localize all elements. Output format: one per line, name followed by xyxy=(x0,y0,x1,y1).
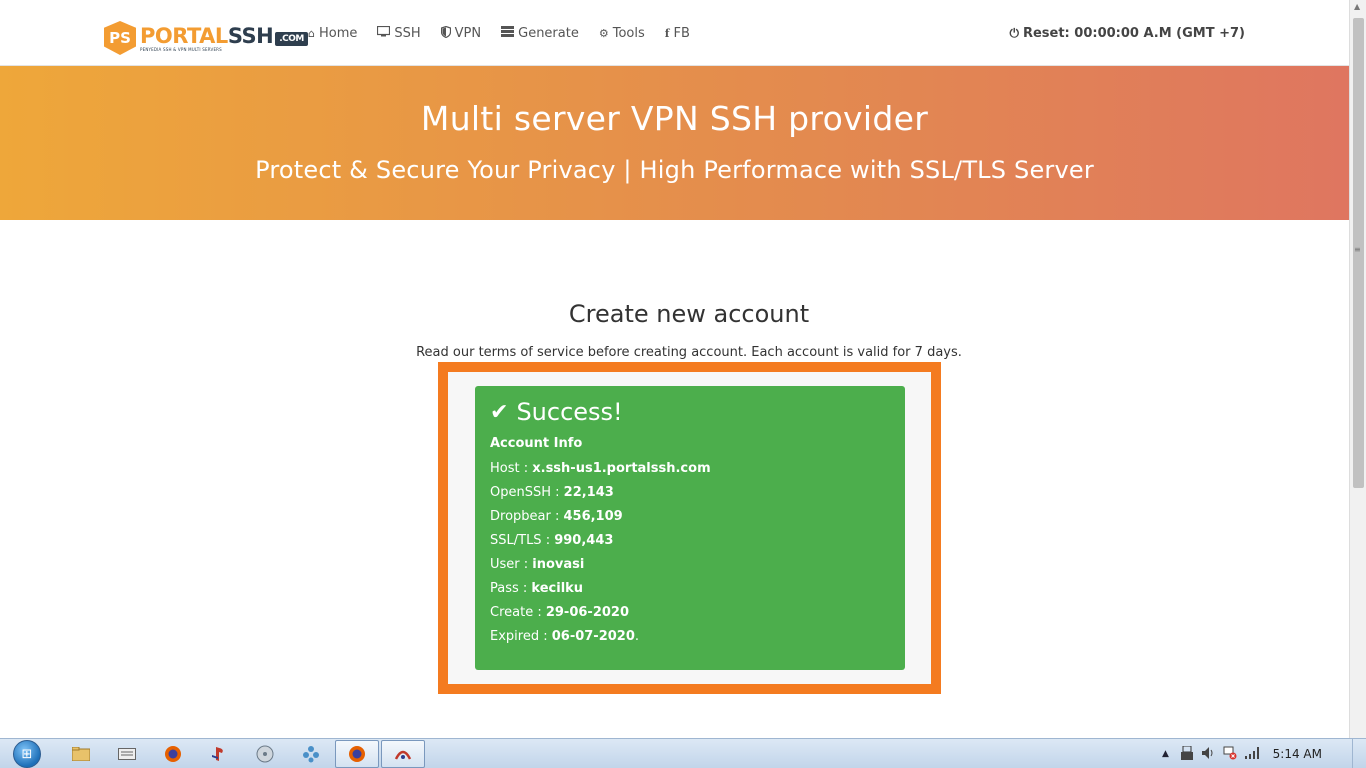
nav-tools[interactable]: ⚙ Tools xyxy=(589,22,655,44)
logo-wordmark: PORTAL SSH .COM xyxy=(140,24,308,48)
info-row-pass: Pass : kecilku xyxy=(490,577,890,601)
info-label: Dropbear : xyxy=(490,509,564,524)
info-label: User : xyxy=(490,557,533,572)
system-tray: ▲ xyxy=(1162,739,1261,768)
home-icon: ⌂ xyxy=(308,26,315,40)
alert-title-text: Success! xyxy=(516,398,623,426)
info-label: Create : xyxy=(490,605,546,620)
info-label: OpenSSH : xyxy=(490,485,564,500)
taskbar-clock[interactable]: 5:14 AM xyxy=(1273,739,1322,768)
shield-icon xyxy=(440,25,451,41)
nav-generate[interactable]: Generate xyxy=(491,22,589,44)
scroll-up-arrow-icon[interactable]: ▲ xyxy=(1354,2,1360,11)
info-value: 06-07-2020 xyxy=(551,629,635,644)
info-value: x.ssh-us1.portalssh.com xyxy=(532,461,711,476)
windows-logo-icon: ⊞ xyxy=(13,740,41,768)
remote-app-icon[interactable] xyxy=(391,742,415,766)
hero-banner: Multi server VPN SSH provider Protect & … xyxy=(0,66,1349,220)
info-label: Pass : xyxy=(490,581,532,596)
info-row-openssh: OpenSSH : 22,143 xyxy=(490,481,890,505)
info-label: SSL/TLS : xyxy=(490,533,555,548)
info-row-create: Create : 29-06-2020 xyxy=(490,601,890,625)
show-desktop-button[interactable] xyxy=(1352,739,1366,768)
reset-label: Reset: 00:00:00 A.M (GMT +7) xyxy=(1022,25,1245,41)
reset-timer: ⏻ Reset: 00:00:00 A.M (GMT +7) xyxy=(1009,22,1245,44)
nav-tools-label: Tools xyxy=(612,25,645,41)
disc-app-icon[interactable] xyxy=(253,742,277,766)
info-row-host: Host : x.ssh-us1.portalssh.com xyxy=(490,457,890,481)
info-row-dropbear: Dropbear : 456,109 xyxy=(490,505,890,529)
nav-vpn[interactable]: VPN xyxy=(431,22,491,44)
hero-title: Multi server VPN SSH provider xyxy=(420,99,929,138)
checkmark-icon: ✔ xyxy=(490,399,509,425)
info-label: Expired : xyxy=(490,629,552,644)
nav-fb-label: FB xyxy=(673,25,690,41)
success-alert: ✔ Success! Account Info Host : x.ssh-us1… xyxy=(475,386,905,670)
page-title: Create new account xyxy=(568,300,810,328)
windows-taskbar: ⊞ ▲ 5:14 AM xyxy=(0,738,1366,768)
page-subtitle: Read our terms of service before creatin… xyxy=(416,345,962,360)
info-label: Host : xyxy=(490,461,533,476)
nav-home-label: Home xyxy=(318,25,358,41)
navbar: PS PORTAL SSH .COM PENYEDIA SSH & VPN MU… xyxy=(0,0,1349,66)
alert-title: ✔ Success! xyxy=(490,398,890,426)
puzzle-app-icon[interactable] xyxy=(299,742,323,766)
vertical-scrollbar[interactable]: ▲ ≡ xyxy=(1349,0,1366,738)
facebook-icon: f xyxy=(664,26,670,40)
info-row-user: User : inovasi xyxy=(490,553,890,577)
logo-text-wrap: PORTAL SSH .COM PENYEDIA SSH & VPN MULTI… xyxy=(140,24,308,52)
file-explorer-icon[interactable] xyxy=(69,742,93,766)
playstation-app-icon[interactable] xyxy=(207,742,231,766)
nav-ssh[interactable]: SSH xyxy=(367,22,430,44)
info-value: kecilku xyxy=(531,581,584,596)
info-row-ssltls: SSL/TLS : 990,443 xyxy=(490,529,890,553)
logo-portal-text: PORTAL xyxy=(140,24,228,48)
main-nav: ⌂ Home SSH VPN Generate ⚙ Tools f FB xyxy=(298,22,700,44)
usb-device-icon[interactable] xyxy=(1180,745,1193,763)
scroll-grip-icon: ≡ xyxy=(1354,245,1361,254)
power-icon: ⏻ xyxy=(1009,25,1019,40)
info-value: inovasi xyxy=(532,557,585,572)
network-signal-icon[interactable] xyxy=(1244,746,1261,762)
logo-badge: PS xyxy=(104,21,136,55)
nav-fb[interactable]: f FB xyxy=(655,22,700,44)
info-value: 22,143 xyxy=(563,485,614,500)
info-value: 456,109 xyxy=(563,509,623,524)
firefox-icon[interactable] xyxy=(161,742,185,766)
highlight-frame: ✔ Success! Account Info Host : x.ssh-us1… xyxy=(438,362,941,694)
account-info-heading: Account Info xyxy=(490,436,583,451)
info-suffix: . xyxy=(634,629,640,644)
server-icon xyxy=(501,26,515,40)
nav-vpn-label: VPN xyxy=(454,25,482,41)
logo-tagline: PENYEDIA SSH & VPN MULTI SERVERS xyxy=(140,47,222,52)
info-row-expired: Expired : 06-07-2020. xyxy=(490,625,890,649)
hero-subtitle: Protect & Secure Your Privacy | High Per… xyxy=(255,156,1094,184)
start-button[interactable]: ⊞ xyxy=(8,739,46,768)
nav-generate-label: Generate xyxy=(518,25,579,41)
logo-ssh-text: SSH xyxy=(227,24,274,48)
portalssh-logo[interactable]: PS PORTAL SSH .COM PENYEDIA SSH & VPN MU… xyxy=(104,20,308,56)
scroll-thumb[interactable]: ≡ xyxy=(1353,18,1364,488)
gears-icon: ⚙ xyxy=(598,26,609,40)
volume-icon[interactable] xyxy=(1201,746,1215,763)
info-value: 29-06-2020 xyxy=(545,605,629,620)
keyboard-app-icon[interactable] xyxy=(115,742,139,766)
firefox-window-icon[interactable] xyxy=(345,742,369,766)
nav-ssh-label: SSH xyxy=(394,25,421,41)
info-value: 990,443 xyxy=(554,533,614,548)
flag-alert-icon[interactable] xyxy=(1223,746,1237,763)
monitor-icon xyxy=(377,25,391,40)
show-hidden-icons-icon[interactable]: ▲ xyxy=(1162,749,1169,759)
nav-home[interactable]: ⌂ Home xyxy=(298,22,367,44)
